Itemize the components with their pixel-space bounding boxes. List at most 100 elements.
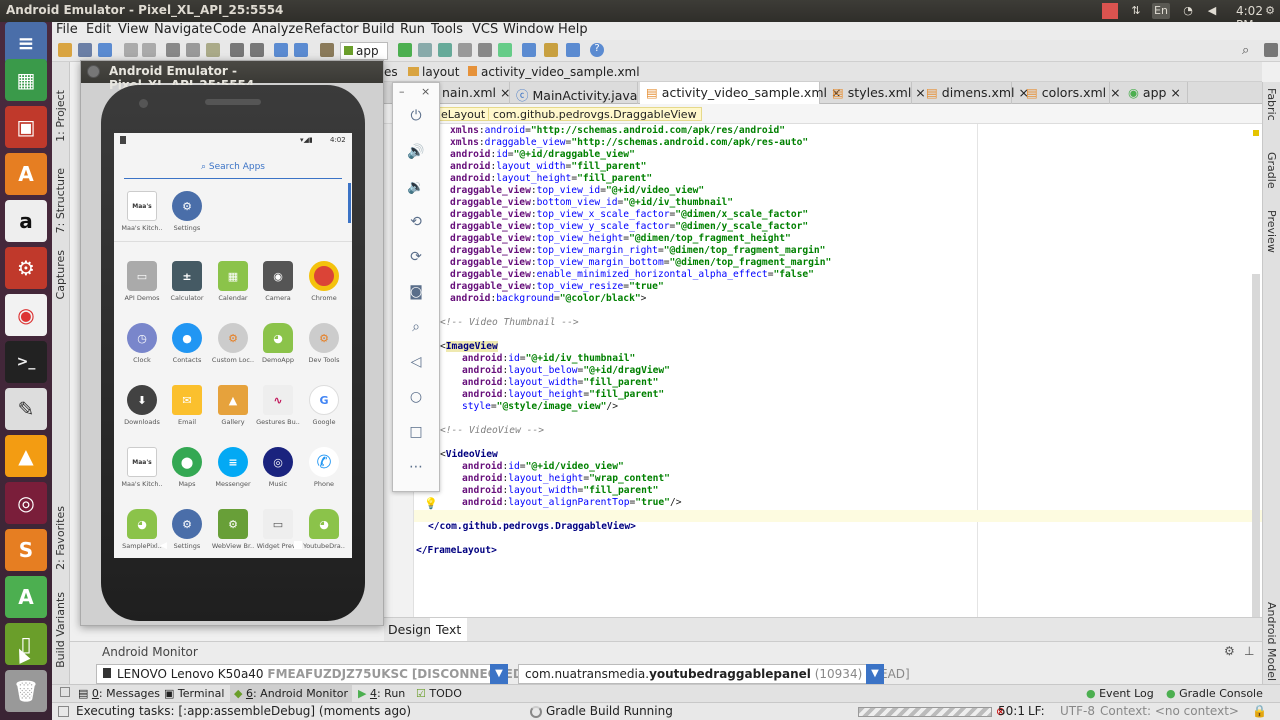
- rotate-right-icon[interactable]: ⟳: [407, 248, 425, 266]
- nav-back-icon[interactable]: ◀: [160, 541, 167, 551]
- power-icon[interactable]: ⏻: [407, 107, 425, 125]
- screenshot-icon[interactable]: ◙: [407, 283, 425, 301]
- menu-run[interactable]: Run: [400, 22, 425, 37]
- tab-activity-video-sample[interactable]: ▤ activity_video_sample.xml ×: [640, 82, 841, 104]
- tab-messages[interactable]: ▤ 0: Messages: [78, 687, 160, 700]
- network-icon[interactable]: ⇅: [1128, 3, 1144, 19]
- apply-changes-icon[interactable]: [418, 43, 432, 57]
- software-center-icon[interactable]: A: [5, 153, 47, 195]
- app-downloads[interactable]: ⬇ Downloads: [119, 385, 165, 426]
- device-monitor-icon[interactable]: [566, 43, 580, 57]
- captures-panel-tab[interactable]: Captures: [54, 250, 67, 299]
- undo-icon[interactable]: [124, 43, 138, 57]
- app-clock[interactable]: ◷ Clock: [119, 323, 165, 364]
- presentation-icon[interactable]: ▣: [5, 106, 47, 148]
- run-config-select[interactable]: app: [340, 42, 388, 60]
- replace-icon[interactable]: [250, 43, 264, 57]
- spreadsheet-icon[interactable]: ▦: [5, 59, 47, 101]
- tab-text[interactable]: Text: [430, 618, 468, 641]
- app-youtubedraggable[interactable]: ◕ YoutubeDra..: [301, 509, 347, 550]
- nav-crumb-layout[interactable]: layout: [408, 65, 459, 79]
- keyboard-layout[interactable]: En: [1152, 3, 1170, 19]
- help-icon[interactable]: ?: [590, 43, 604, 57]
- tab-gradle-console[interactable]: ● Gradle Console: [1166, 687, 1263, 700]
- mail-icon[interactable]: [1102, 3, 1118, 19]
- rotate-left-icon[interactable]: ⟲: [407, 213, 425, 231]
- app-custom-locale[interactable]: ⚙ Custom Loc..: [210, 323, 256, 364]
- menu-refactor[interactable]: Refactor: [304, 22, 359, 37]
- fabric-panel-tab[interactable]: Fabric: [1265, 88, 1278, 121]
- run-icon[interactable]: [398, 43, 412, 57]
- app-settings[interactable]: ⚙ Settings: [164, 191, 210, 232]
- nav-crumb-res[interactable]: es: [384, 65, 398, 79]
- app-settings-2[interactable]: ⚙ Settings: [164, 509, 210, 550]
- tab-mainactivity-java[interactable]: ⓒ MainActivity.java ×: [510, 82, 652, 104]
- app-messenger[interactable]: ≡ Messenger: [210, 447, 256, 488]
- app-gallery[interactable]: ▲ Gallery: [210, 385, 256, 426]
- close-icon[interactable]: [87, 65, 100, 78]
- build-variants-panel-tab[interactable]: Build Variants: [54, 592, 67, 668]
- menu-navigate[interactable]: Navigate: [154, 22, 212, 37]
- redo-icon[interactable]: [142, 43, 156, 57]
- app-dev-tools[interactable]: ⚙ Dev Tools: [301, 323, 347, 364]
- zoom-icon[interactable]: ⌕: [407, 318, 425, 336]
- android-model-panel-tab[interactable]: Android Model: [1265, 602, 1278, 681]
- tab-android-monitor[interactable]: ◆ 6: Android Monitor: [230, 685, 353, 702]
- make-icon[interactable]: [320, 43, 334, 57]
- line-separator[interactable]: LF:: [1028, 704, 1045, 718]
- open-icon[interactable]: [58, 43, 72, 57]
- app-maps[interactable]: ⬤ Maps: [164, 447, 210, 488]
- sublime-icon[interactable]: S: [5, 529, 47, 571]
- app-api-demos[interactable]: ▭ API Demos: [119, 261, 165, 302]
- amazon-icon[interactable]: a: [5, 200, 47, 242]
- attach-icon[interactable]: [458, 43, 472, 57]
- tab-main-xml[interactable]: nain.xml ×: [436, 82, 510, 104]
- app-maas-kitchen-2[interactable]: Maa's Maa's Kitch..: [119, 447, 165, 488]
- menu-help[interactable]: Help: [558, 22, 588, 37]
- files-icon[interactable]: ≡: [5, 22, 47, 64]
- favorites-panel-tab[interactable]: 2: Favorites: [54, 506, 67, 570]
- search-apps-bar[interactable]: ⌕ Search Apps: [124, 157, 342, 179]
- sdk-manager-icon[interactable]: [544, 43, 558, 57]
- avatar[interactable]: [1264, 43, 1278, 57]
- lightbulb-icon[interactable]: 💡: [424, 497, 438, 510]
- sync-icon[interactable]: [98, 43, 112, 57]
- trash-icon[interactable]: 🗑: [5, 670, 47, 712]
- app-email[interactable]: ✉ Email: [164, 385, 210, 426]
- preview-panel-tab[interactable]: Preview: [1265, 210, 1278, 253]
- app-chrome[interactable]: Chrome: [301, 261, 347, 302]
- avd-manager-icon[interactable]: [522, 43, 536, 57]
- close-icon[interactable]: ×: [1110, 85, 1120, 100]
- android-studio-icon[interactable]: A: [5, 576, 47, 618]
- search-icon[interactable]: ⌕: [1242, 43, 1256, 58]
- device-select[interactable]: LENOVO Lenovo K50a40 FMEAFUZDJZ75UKSC [D…: [96, 664, 528, 684]
- screen-recorder-icon[interactable]: ◎: [5, 482, 47, 524]
- nav-crumb-file[interactable]: activity_video_sample.xml: [468, 65, 640, 79]
- menu-build[interactable]: Build: [362, 22, 395, 37]
- gear-icon[interactable]: ⚙: [1224, 644, 1235, 658]
- structure-panel-tab[interactable]: 7: Structure: [54, 168, 67, 233]
- app-calculator[interactable]: ± Calculator: [164, 261, 210, 302]
- wifi-icon[interactable]: ◔: [1180, 3, 1196, 19]
- home-icon[interactable]: ○: [407, 388, 425, 406]
- gradle-panel-tab[interactable]: Gradle: [1265, 152, 1278, 189]
- menu-vcs[interactable]: VCS: [472, 22, 498, 37]
- debug-icon[interactable]: [438, 43, 452, 57]
- app-demoapp[interactable]: ◕ DemoApp: [255, 323, 301, 364]
- app-maas-kitchen[interactable]: Maa's Maa's Kitch..: [119, 191, 165, 232]
- breadcrumb-draggableview[interactable]: com.github.pedrovgs.DraggableView: [488, 107, 702, 121]
- volume-up-icon[interactable]: 🔊: [407, 143, 425, 161]
- menu-window[interactable]: Window: [503, 22, 554, 37]
- context-info[interactable]: Context: <no context>: [1100, 704, 1239, 718]
- breadcrumb-framelayout[interactable]: eLayout: [436, 107, 491, 121]
- app-calendar[interactable]: ▦ Calendar: [210, 261, 256, 302]
- settings-icon[interactable]: ⚙: [1262, 3, 1278, 19]
- emulator-screen[interactable]: ▾◢▮ 4:02 ⌕ Search Apps Maa's Maa's Kitch.…: [114, 133, 352, 558]
- close-icon[interactable]: ×: [500, 85, 510, 100]
- system-settings-icon[interactable]: ⚙: [5, 247, 47, 289]
- app-drawer-scrollbar[interactable]: [348, 183, 351, 223]
- vlc-icon[interactable]: ▲: [5, 435, 47, 477]
- forward-icon[interactable]: [294, 43, 308, 57]
- close-icon[interactable]: ×: [1170, 85, 1180, 100]
- tab-styles-xml[interactable]: ▤ styles.xml ×: [826, 82, 926, 104]
